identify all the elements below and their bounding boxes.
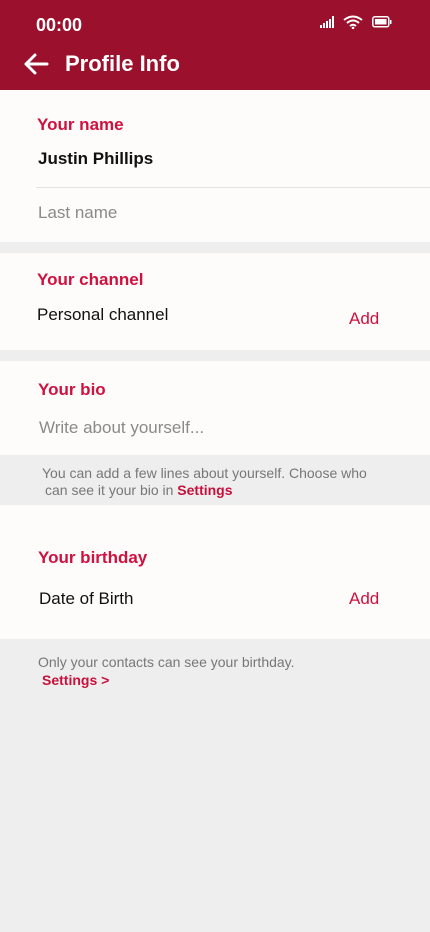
signal-icon — [320, 16, 334, 28]
birthday-note-text: Only your contacts can see your birthday… — [38, 654, 295, 670]
add-birthday-button[interactable]: Add — [349, 589, 379, 609]
birthday-value: Date of Birth — [39, 589, 134, 608]
name-divider — [36, 187, 430, 188]
first-name-field[interactable]: Justin Phillips — [38, 149, 153, 169]
channel-section-label: Your channel — [37, 270, 144, 289]
birthday-settings-link[interactable]: Settings > — [38, 672, 295, 689]
birthday-card: Your birthday Date of Birth Add — [0, 505, 430, 639]
bio-section-label: Your bio — [38, 380, 106, 399]
status-icons — [320, 15, 392, 29]
battery-icon — [372, 16, 392, 28]
birthday-note: Only your contacts can see your birthday… — [38, 654, 295, 689]
name-card: Your name Justin Phillips Last name — [0, 90, 430, 242]
bio-settings-link[interactable]: Settings — [177, 482, 232, 498]
bio-note-line2: can see it your bio in — [45, 482, 174, 498]
status-time: 00:00 — [36, 15, 83, 35]
bio-input[interactable]: Write about yourself... — [39, 418, 204, 438]
birthday-section-label: Your birthday — [38, 548, 148, 567]
last-name-field[interactable]: Last name — [38, 203, 117, 223]
wifi-icon — [343, 15, 363, 29]
add-channel-button[interactable]: Add — [349, 309, 379, 329]
bio-note-line1: You can add a few lines about yourself. … — [42, 465, 367, 481]
channel-card: Your channel Personal channel Add — [0, 253, 430, 350]
page-title: Profile Info — [65, 51, 180, 76]
bio-note: You can add a few lines about yourself. … — [42, 465, 367, 499]
name-section-label: Your name — [37, 115, 124, 134]
bio-card: Your bio Write about yourself... — [0, 361, 430, 455]
channel-value: Personal channel — [37, 305, 169, 324]
app-header: 00:00 Profile Info — [0, 0, 430, 90]
back-arrow-icon[interactable] — [22, 50, 50, 78]
